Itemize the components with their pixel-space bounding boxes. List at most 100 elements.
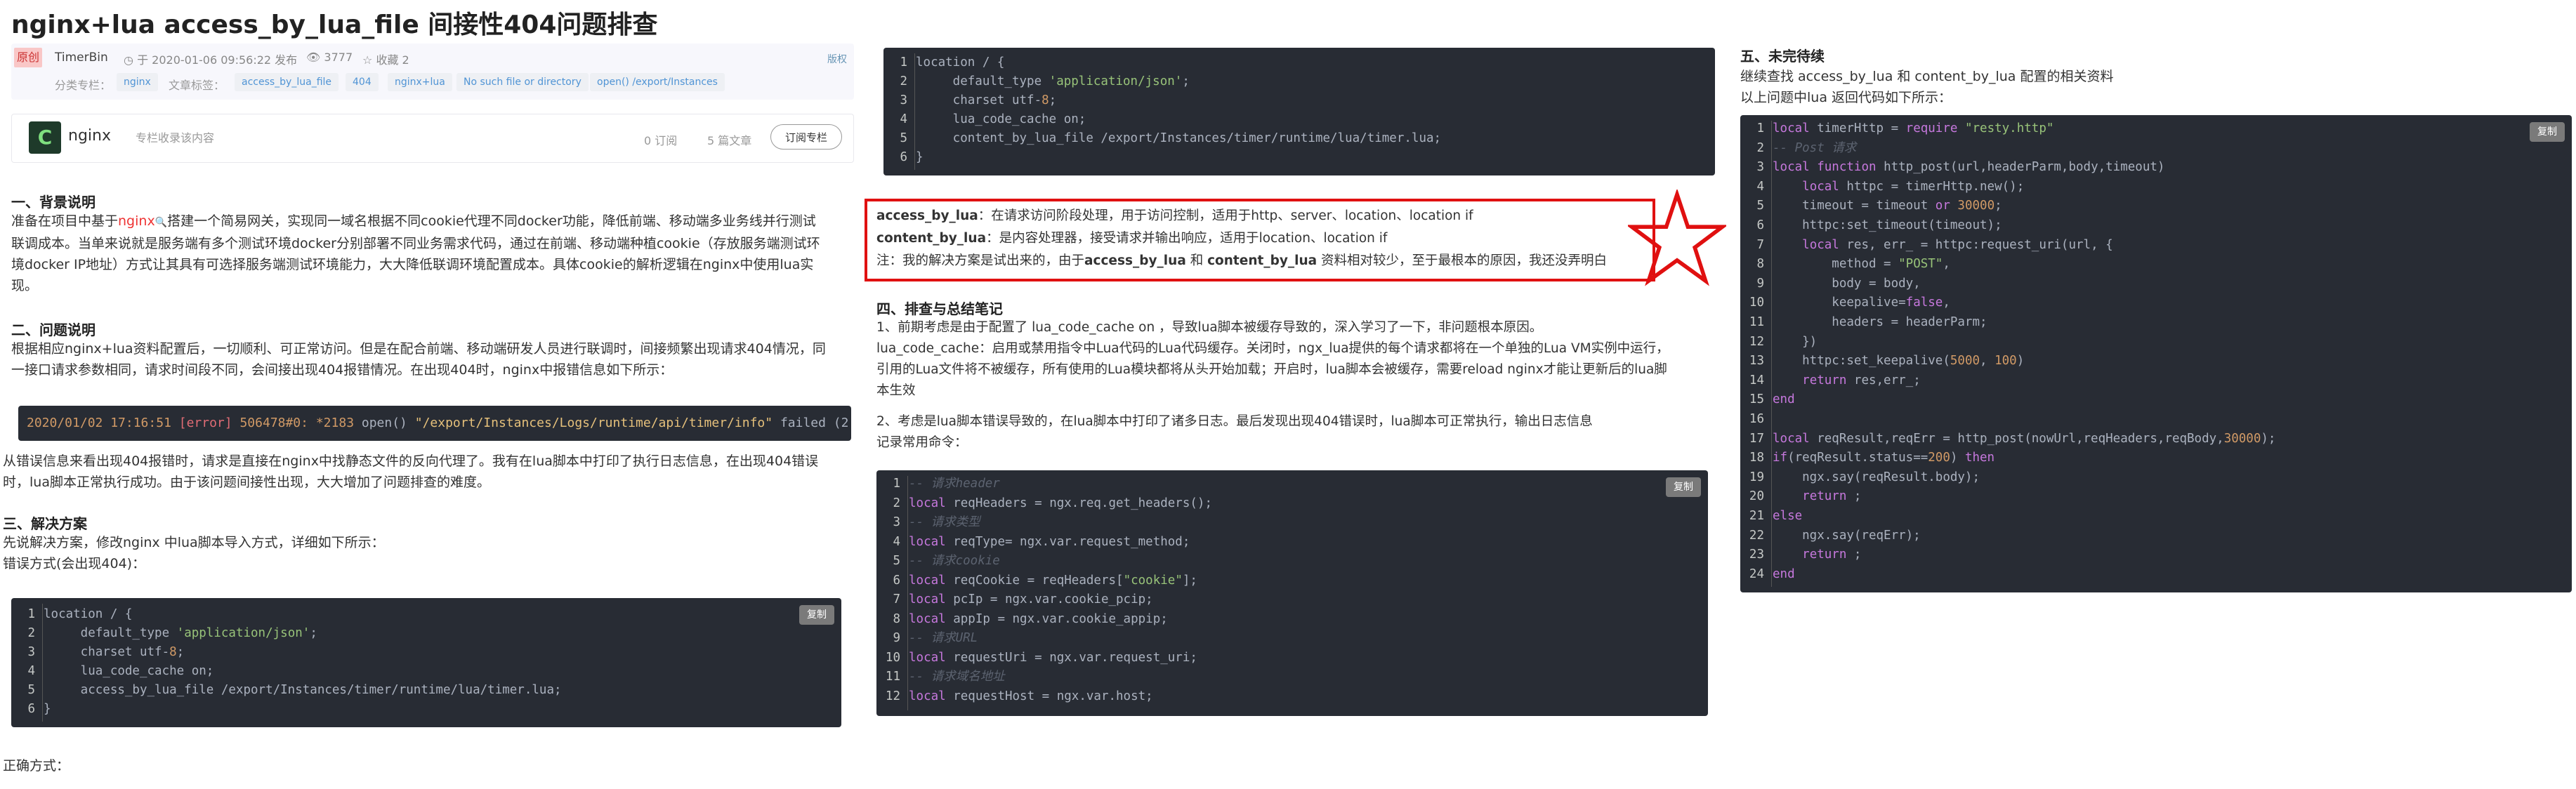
code-block-http: 复制 1 local timerHttp = require "resty.htt… (1740, 115, 2572, 592)
text: 错误方式(会出现404)： (3, 556, 146, 571)
text: 一接口请求参数相同，请求时间段不同，会间接出现404报错情况。在出现404时，n… (11, 362, 673, 378)
tag-item[interactable]: 404 (346, 73, 379, 91)
copy-button[interactable]: 复制 (1666, 477, 1701, 497)
copyright-link[interactable]: 版权 (827, 52, 847, 66)
nginx-link[interactable]: nginx (118, 213, 155, 229)
code-line: default_type 'application/json'; (916, 74, 1190, 88)
code-line: 3 local function http_post(url,headerParm… (1756, 160, 2165, 175)
paragraph-tbc: 继续查找 access_by_lua 和 content_by_lua 配置的相… (1740, 66, 2569, 108)
code-line: 9 body = body, (1756, 276, 1921, 291)
column-name[interactable]: nginx (68, 127, 111, 145)
column-subtitle: 专栏收录该内容 (136, 131, 215, 145)
text: 以上问题中lua 返回代码如下所示： (1740, 90, 1952, 105)
code-line: 9 -- 请求URL (893, 631, 978, 645)
annotation-red-box (865, 199, 1655, 281)
code-line: 5 timeout = timeout or 30000; (1756, 199, 2002, 213)
code-line: 10 local requestUri = ngx.var.request_uri… (885, 650, 1197, 665)
copy-button[interactable]: 复制 (2530, 122, 2565, 142)
code-line: 22 ngx.say(reqErr); (1749, 528, 1921, 543)
text: 引用的Lua文件将不被缓存，所有使用的Lua模块都将从头开始加载；开启时，lua… (876, 362, 1667, 377)
code-line: 4 local reqType= ngx.var.request_method; (893, 534, 1190, 549)
code-line: 2 local reqHeaders = ngx.req.get_headers(… (893, 496, 1212, 510)
section-heading-solution: 三、解决方案 (3, 515, 87, 532)
code-line: 4 local httpc = timerHttp.new(); (1756, 179, 2025, 194)
column-card: C nginx 专栏收录该内容 0 订阅 5 篇文章 订阅专栏 (11, 114, 854, 163)
code-line: 3 -- 请求类型 (893, 515, 980, 529)
code-line: 8 method = "POST", (1756, 257, 1950, 272)
log-level: [error] (178, 416, 232, 430)
code-line: lua_code_cache on; (44, 664, 214, 678)
section-heading-notes: 四、排查与总结笔记 (876, 300, 1003, 317)
views-value: 3777 (324, 51, 353, 64)
text: 2、考虑是lua脚本错误导致的，在lua脚本中打印了诸多日志。最后发现出现404… (876, 414, 1593, 429)
category-tag[interactable]: nginx (117, 73, 158, 91)
tag-item[interactable]: access_by_lua_file (235, 73, 339, 91)
view-count: 👁 3777 (306, 51, 353, 64)
code-line: 2 -- Post 请求 (1756, 140, 1857, 155)
code-line: content_by_lua_file /export/Instances/ti… (916, 131, 1442, 145)
paragraph-solution: 先说解决方案，修改nginx 中lua脚本导入方式，详细如下所示： 错误方式(会… (3, 532, 861, 574)
code-line: access_by_lua_file /export/Instances/tim… (44, 683, 562, 697)
code-line: 10 keepalive=false, (1749, 296, 1950, 310)
tag-item[interactable]: No such file or directory (456, 73, 589, 91)
subscribe-column-button[interactable]: 订阅专栏 (770, 124, 842, 150)
correct-way-label: 正确方式： (3, 758, 70, 774)
column-icon: C (29, 121, 61, 154)
code-line: 5 -- 请求cookie (893, 554, 1000, 568)
original-badge: 原创 (14, 48, 42, 67)
code-line: 7 local pcIp = ngx.var.cookie_pcip; (893, 592, 1153, 606)
code-line: 23 return ; (1749, 548, 1862, 562)
code-line: } (916, 150, 924, 164)
text: 先说解决方案，修改nginx 中lua脚本导入方式，详细如下所示： (3, 535, 385, 550)
paragraph-background: 准备在项目中基于nginx🔍搭建一个简易网关，实现同一域名根据不同cookie代… (11, 211, 861, 296)
text: 境docker IP地址）方式让其具有可选择服务端测试环境能力，大大降低联调环境… (11, 257, 814, 272)
text: 1、前期考虑是由于配置了 lua_code_cache on ，导致lua脚本被… (876, 320, 1543, 335)
code-block-wrong: 1 location / { 2 default_type 'applicatio… (11, 598, 841, 727)
code-line: 1 -- 请求header (893, 477, 1000, 491)
code-line: charset utf-8; (44, 645, 185, 659)
text: 记录常用命令： (876, 435, 968, 450)
code-line: charset utf-8; (916, 93, 1057, 107)
code-line: 24 end (1749, 566, 1795, 581)
code-line: 1 local timerHttp = require "resty.http" (1756, 121, 2054, 135)
code-line: 14 return res,err_; (1749, 373, 1921, 387)
text: 从错误信息来看出现404报错时，请求是直接在nginx中找静态文件的反向代理了。… (3, 453, 819, 469)
text: 本生效 (876, 383, 916, 398)
code-block-vars: 复制 1 -- 请求header 2 local reqHeaders = ngx.r… (876, 470, 1708, 716)
code-line: default_type 'application/json'; (44, 626, 317, 640)
paragraph-notes: 1、前期考虑是由于配置了 lua_code_cache on ，导致lua脚本被… (876, 317, 1716, 453)
column-articles: 5 篇文章 (707, 134, 752, 147)
author-link[interactable]: TimerBin (55, 51, 108, 65)
text: 现。 (11, 278, 39, 293)
text: lua_code_cache：启用或禁用指令中Lua代码的Lua代码缓存。关闭时… (876, 341, 1669, 356)
column-subscriptions: 0 订阅 (644, 134, 678, 147)
star-icon: ☆ (362, 53, 373, 67)
collect-button[interactable]: ☆ 收藏 2 (362, 51, 409, 67)
code-line: 6 httpc:set_timeout(timeout); (1756, 218, 2002, 232)
log-text: failed (2: No such file or directory) (780, 416, 851, 430)
log-time: 2020/01/02 17:16:51 (27, 416, 171, 430)
code-line: 11 headers = headerParm; (1749, 315, 1987, 329)
tags-label: 文章标签： (169, 79, 225, 92)
tag-item[interactable]: nginx+lua (388, 73, 452, 91)
code-line: 17 local reqResult,reqErr = http_post(now… (1749, 431, 2276, 446)
code-block-correct: 1 location / { 2 default_type 'applicatio… (883, 48, 1715, 175)
code-line: 15 end (1749, 392, 1795, 407)
text: 时，lua脚本正常执行成功。由于该问题间接性出现，大大增加了问题排查的难度。 (3, 475, 490, 490)
code-line: 21 else (1749, 509, 1803, 523)
tag-item[interactable]: open() /export/Instances (590, 73, 725, 91)
section-heading-tbc: 五、未完待续 (1740, 48, 1825, 65)
code-line: lua_code_cache on; (916, 112, 1086, 126)
code-line: 18 if(reqResult.status==200) then (1749, 451, 1995, 465)
publish-info: ◷ 于 2020-01-06 09:56:22 发布 (124, 51, 297, 67)
text: 继续查找 access_by_lua 和 content_by_lua 配置的相… (1740, 69, 2114, 84)
code-line: 16 (1749, 412, 1764, 426)
code-line: 12 local requestHost = ngx.var.host; (885, 689, 1153, 703)
code-line: location / { (916, 55, 1005, 69)
search-icon: 🔍 (155, 217, 168, 228)
section-heading-background: 一、背景说明 (11, 194, 96, 211)
copy-button[interactable]: 复制 (799, 605, 834, 625)
publish-date: 于 2020-01-06 09:56:22 发布 (137, 53, 298, 67)
text: 根据相应nginx+lua资料配置后，一切顺利、可正常访问。但是在配合前端、移动… (11, 341, 826, 357)
code-line: 8 local appIp = ngx.var.cookie_appip; (893, 611, 1168, 626)
